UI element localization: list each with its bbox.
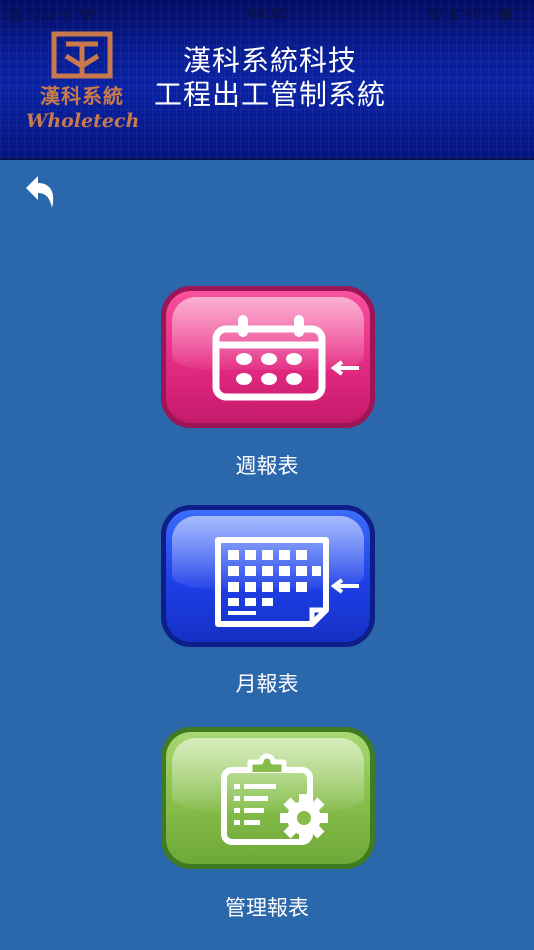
- management-report-label[interactable]: 管理報表: [0, 892, 534, 922]
- monthly-report-label[interactable]: 月報表: [0, 668, 534, 698]
- calendar-week-icon: [212, 315, 359, 401]
- company-logo: 漢科系統 Wholetech: [26, 30, 140, 134]
- app-title: 漢科系統科技 工程出工管制系統: [150, 44, 390, 112]
- management-report-button[interactable]: [161, 727, 375, 869]
- calendar-month-icon: [215, 537, 359, 627]
- weekly-report-button[interactable]: [161, 286, 375, 428]
- logo-emblem-icon: [51, 31, 113, 79]
- logo-script: Wholetech: [26, 110, 140, 132]
- title-line-2: 工程出工管制系統: [153, 78, 386, 111]
- logo-text: 漢科系統: [40, 84, 124, 108]
- bluetooth-icon: [448, 6, 458, 21]
- status-bar: 無 SIM 卡 09:22 46%: [0, 0, 534, 28]
- weekly-report-label[interactable]: 週報表: [0, 450, 534, 480]
- location-icon: [429, 7, 441, 20]
- back-button[interactable]: [22, 172, 62, 212]
- status-right: 46%: [428, 5, 524, 22]
- clipboard-gear-icon: [221, 753, 328, 845]
- back-arrow-icon: [26, 176, 54, 208]
- battery-icon: [500, 7, 524, 20]
- battery-percent: 46%: [463, 5, 494, 22]
- title-line-1: 漢科系統科技: [182, 44, 357, 77]
- monthly-report-button[interactable]: [161, 505, 375, 647]
